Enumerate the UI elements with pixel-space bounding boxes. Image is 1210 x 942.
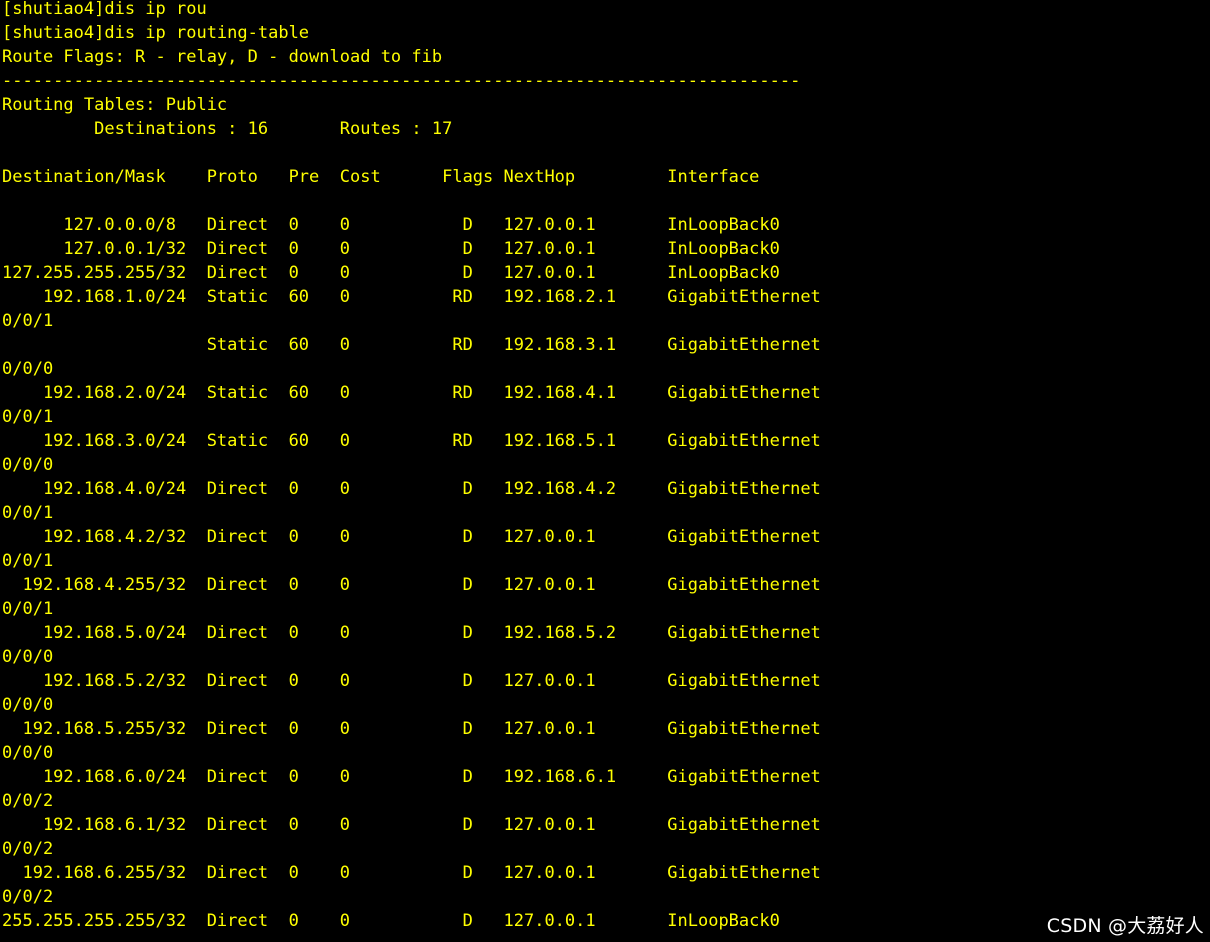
table-row: 255.255.255.255/32 Direct 0 0 D 127.0.0.… xyxy=(2,911,780,931)
command-line: [shutiao4]dis ip routing-table xyxy=(2,23,310,43)
table-row: 192.168.4.2/32 Direct 0 0 D 127.0.0.1 Gi… xyxy=(2,527,821,547)
table-row: 127.255.255.255/32 Direct 0 0 D 127.0.0.… xyxy=(2,263,780,283)
table-row-continuation: 0/0/2 xyxy=(2,887,54,907)
table-row: 192.168.5.255/32 Direct 0 0 D 127.0.0.1 … xyxy=(2,719,821,739)
table-row-continuation: 0/0/2 xyxy=(2,839,54,859)
destinations-routes-summary: Destinations : 16 Routes : 17 xyxy=(2,119,453,139)
table-row: 127.0.0.1/32 Direct 0 0 D 127.0.0.1 InLo… xyxy=(2,239,780,259)
table-row: 192.168.2.0/24 Static 60 0 RD 192.168.4.… xyxy=(2,383,821,403)
watermark: CSDN @大荔好人 xyxy=(1046,915,1204,937)
terminal-output: [shutiao4]dis ip rou [shutiao4]dis ip ro… xyxy=(2,0,1202,942)
table-row-continuation: 0/0/2 xyxy=(2,791,54,811)
table-row: 192.168.5.2/32 Direct 0 0 D 127.0.0.1 Gi… xyxy=(2,671,821,691)
table-row-continuation: 0/0/0 xyxy=(2,647,54,667)
table-row: 127.0.0.0/8 Direct 0 0 D 127.0.0.1 InLoo… xyxy=(2,215,780,235)
separator-line: ----------------------------------------… xyxy=(2,71,801,91)
table-row-continuation: 0/0/0 xyxy=(2,695,54,715)
table-header: Destination/Mask Proto Pre Cost Flags Ne… xyxy=(2,167,760,187)
table-row-continuation: 0/0/1 xyxy=(2,599,54,619)
routing-tables-title: Routing Tables: Public xyxy=(2,95,228,115)
route-flags-legend: Route Flags: R - relay, D - download to … xyxy=(2,47,443,67)
table-row: 192.168.3.0/24 Static 60 0 RD 192.168.5.… xyxy=(2,431,821,451)
table-row: 192.168.1.0/24 Static 60 0 RD 192.168.2.… xyxy=(2,287,821,307)
table-row-continuation: 0/0/1 xyxy=(2,407,54,427)
table-row: 192.168.5.0/24 Direct 0 0 D 192.168.5.2 … xyxy=(2,623,821,643)
table-row-continuation: 0/0/0 xyxy=(2,359,54,379)
table-row-continuation: 0/0/0 xyxy=(2,455,54,475)
table-row: 192.168.6.0/24 Direct 0 0 D 192.168.6.1 … xyxy=(2,767,821,787)
command-line: [shutiao4]dis ip rou xyxy=(2,0,207,19)
table-row: 192.168.6.1/32 Direct 0 0 D 127.0.0.1 Gi… xyxy=(2,815,821,835)
table-row: 192.168.4.255/32 Direct 0 0 D 127.0.0.1 … xyxy=(2,575,821,595)
table-row: 192.168.6.255/32 Direct 0 0 D 127.0.0.1 … xyxy=(2,863,821,883)
table-row-continuation: 0/0/1 xyxy=(2,551,54,571)
table-row-continuation: 0/0/0 xyxy=(2,743,54,763)
table-row-continuation: 0/0/1 xyxy=(2,503,54,523)
table-row: 192.168.4.0/24 Direct 0 0 D 192.168.4.2 … xyxy=(2,479,821,499)
table-row-continuation: 0/0/1 xyxy=(2,311,54,331)
table-row: Static 60 0 RD 192.168.3.1 GigabitEthern… xyxy=(2,335,821,355)
